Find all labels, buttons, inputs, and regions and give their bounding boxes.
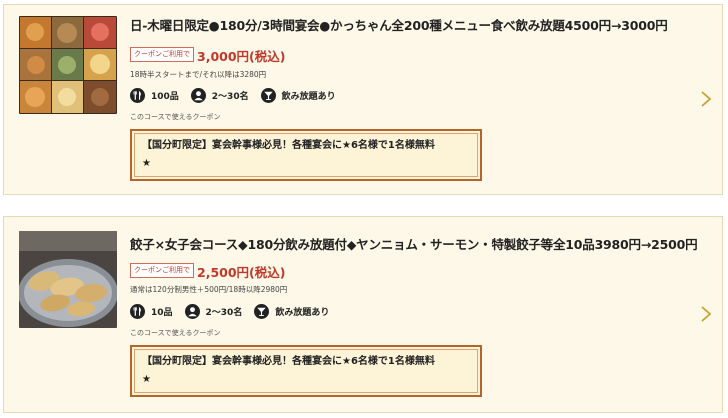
- drink-option-label: 飲み放題あり: [275, 308, 330, 318]
- coupon-text: 【国分町限定】宴会幹事様必見！各種宴会に★6名様で1名様無料: [142, 356, 435, 367]
- course-card[interactable]: 餃子×女子会コース◆180分飲み放題付◆ヤンニョム・サーモン・特製餃子等全10品…: [3, 216, 723, 413]
- chevron-right-icon[interactable]: [700, 90, 712, 108]
- item-count: 10品: [130, 304, 173, 319]
- people-count-label: 2～30名: [211, 92, 249, 102]
- coupon-caption: このコースで使えるクーポン: [130, 113, 221, 121]
- coupon-caption: このコースで使えるクーポン: [130, 329, 221, 337]
- person-icon: [190, 88, 206, 103]
- course-title[interactable]: 餃子×女子会コース◆180分飲み放題付◆ヤンニョム・サーモン・特製餃子等全10品…: [130, 234, 698, 253]
- coupon-text-star: ★: [142, 158, 151, 169]
- drink-option-label: 飲み放題あり: [281, 92, 336, 102]
- coupon-badge: クーポンご利用で: [130, 47, 194, 62]
- course-card[interactable]: 日-木曜日限定●180分/3時間宴会●かっちゃん全200種メニュー食べ飲み放題4…: [3, 4, 723, 195]
- coupon-box[interactable]: 【国分町限定】宴会幹事様必見！各種宴会に★6名様で1名様無料 ★: [130, 129, 482, 181]
- item-count-label: 100品: [151, 92, 179, 102]
- course-price: 2,500円(税込): [197, 265, 286, 280]
- fork-knife-icon: [130, 304, 145, 319]
- people-count-label: 2～30名: [205, 308, 243, 318]
- cocktail-icon: [254, 304, 270, 319]
- course-price: 3,000円(税込): [197, 49, 286, 64]
- course-features: 10品 2～30名 飲み放題あり: [130, 304, 341, 319]
- fork-knife-icon: [130, 88, 145, 103]
- coupon-text: 【国分町限定】宴会幹事様必見！各種宴会に★6名様で1名様無料: [142, 140, 435, 151]
- cocktail-icon: [260, 88, 276, 103]
- coupon-box[interactable]: 【国分町限定】宴会幹事様必見！各種宴会に★6名様で1名様無料 ★: [130, 345, 482, 397]
- item-count: 100品: [130, 88, 179, 103]
- drink-option: 飲み放題あり: [254, 304, 329, 319]
- course-photo[interactable]: [19, 16, 117, 114]
- person-icon: [184, 304, 200, 319]
- chevron-right-icon[interactable]: [700, 305, 712, 323]
- course-photo[interactable]: [19, 231, 117, 328]
- coupon-text-star: ★: [142, 374, 151, 385]
- course-features: 100品 2～30名 飲み放題あり: [130, 88, 348, 103]
- drink-option: 飲み放題あり: [260, 88, 336, 103]
- coupon-badge: クーポンご利用で: [130, 263, 194, 278]
- course-title[interactable]: 日-木曜日限定●180分/3時間宴会●かっちゃん全200種メニュー食べ飲み放題4…: [130, 15, 668, 34]
- people-count: 2～30名: [184, 304, 243, 319]
- item-count-label: 10品: [151, 308, 173, 318]
- price-note: 18時半スタートまで/それ以降は3280円: [130, 70, 267, 79]
- people-count: 2～30名: [190, 88, 249, 103]
- price-note: 通常は120分制男性＋500円/18時以降2980円: [130, 285, 288, 294]
